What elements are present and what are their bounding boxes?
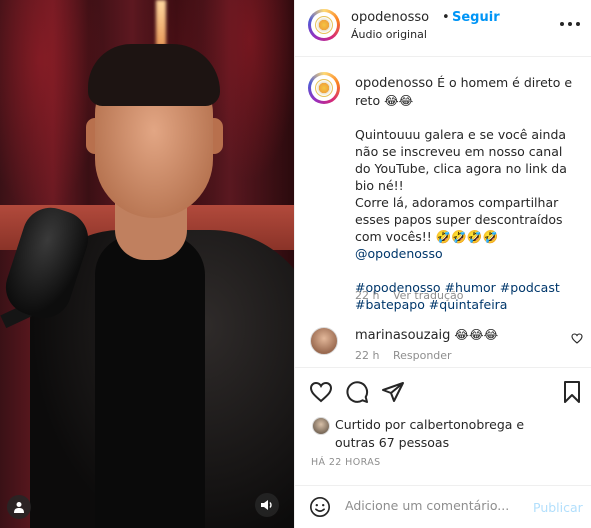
caption-time: 22 h	[355, 289, 380, 302]
bookmark-icon[interactable]	[560, 380, 584, 404]
podcast-logo-icon	[315, 79, 333, 97]
caption-meta: 22 h Ver tradução	[355, 289, 463, 302]
comment-icon[interactable]	[345, 380, 369, 404]
comment-text: 😂😂😂	[454, 327, 499, 342]
post-caption: opodenosso É o homem é direto e reto 😂😂 …	[355, 74, 577, 313]
comment-time: 22 h	[355, 349, 380, 362]
background-lamp	[156, 0, 166, 46]
likes-prefix: Curtido por	[335, 417, 406, 432]
person-hair	[88, 44, 220, 106]
separator-dot: •	[442, 10, 450, 25]
emoji-icon[interactable]	[309, 496, 331, 518]
user-icon	[14, 502, 24, 513]
podcast-logo-icon	[315, 16, 333, 34]
see-translation-link[interactable]: Ver tradução	[393, 289, 464, 302]
likes-summary: Curtido por calbertonobrega e outras 67 …	[295, 411, 591, 455]
comment-input[interactable]	[345, 498, 525, 513]
more-options-icon[interactable]	[560, 20, 580, 28]
comment-item: marinasouzaig 😂😂😂	[355, 327, 498, 343]
caption-username[interactable]: opodenosso	[355, 76, 433, 91]
liker-username[interactable]: calbertonobrega	[409, 417, 512, 432]
liker-avatar[interactable]	[312, 417, 330, 435]
commenter-avatar[interactable]	[310, 327, 338, 355]
likes-text: Curtido por calbertonobrega e outras 67 …	[335, 416, 524, 452]
follow-button[interactable]: Seguir	[452, 10, 500, 25]
author-username[interactable]: opodenosso	[351, 10, 429, 25]
publish-button[interactable]: Publicar	[533, 500, 583, 515]
audio-toggle-button[interactable]	[255, 493, 279, 517]
post-timestamp[interactable]: HÁ 22 HORAS	[311, 457, 381, 468]
post-details-panel: opodenosso • Seguir Áudio original opode…	[294, 0, 591, 528]
post-header: opodenosso • Seguir Áudio original	[295, 0, 591, 57]
likes-others-link[interactable]: outras 67 pessoas	[335, 435, 449, 450]
comments-section: opodenosso É o homem é direto e reto 😂😂 …	[295, 57, 591, 367]
reply-button[interactable]: Responder	[393, 349, 452, 362]
caption-paragraph-2: Quintouuu galera e se você ainda não se …	[355, 127, 567, 193]
post-video[interactable]	[0, 0, 294, 528]
author-avatar[interactable]	[308, 9, 340, 41]
commenter-username[interactable]: marinasouzaig	[355, 328, 450, 343]
share-icon[interactable]	[381, 380, 405, 404]
like-comment-heart-icon[interactable]	[571, 333, 583, 344]
likes-conjunction: e	[516, 417, 525, 432]
caption-mention-link[interactable]: @opodenosso	[355, 246, 443, 261]
post-actions-bar	[295, 367, 591, 411]
original-audio-link[interactable]: Áudio original	[351, 28, 427, 41]
speaker-icon	[261, 500, 272, 510]
add-comment-bar: Publicar	[295, 485, 591, 528]
caption-paragraph-3: Corre lá, adoramos compartilhar esses pa…	[355, 195, 563, 244]
person-shirt	[95, 235, 205, 528]
tagged-users-button[interactable]	[7, 495, 31, 519]
caption-author-avatar[interactable]	[308, 72, 340, 104]
comment-meta: 22 h Responder	[355, 349, 452, 362]
heart-icon[interactable]	[309, 380, 333, 404]
